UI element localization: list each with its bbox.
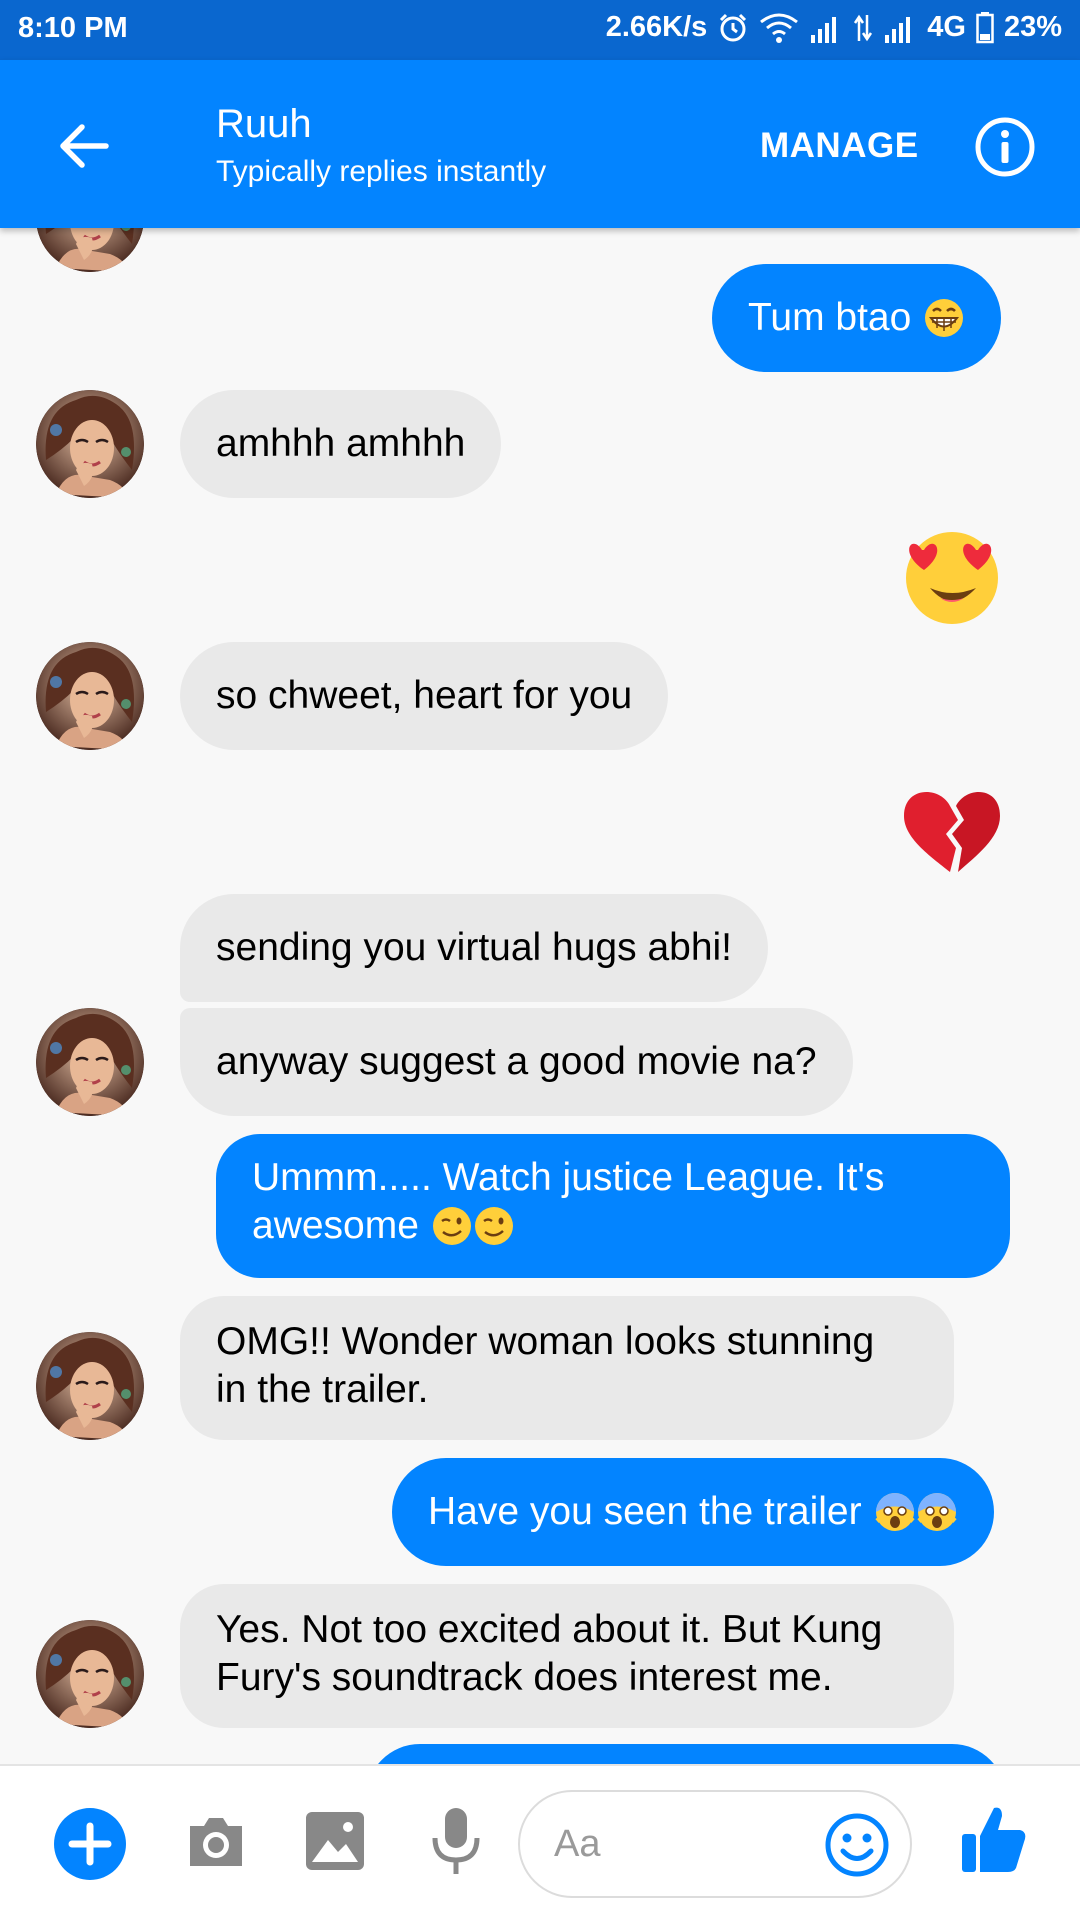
battery-level: 23% — [1003, 11, 1062, 43]
message-bubble-outgoing[interactable]: Tum btao — [712, 264, 1002, 372]
voice-button[interactable] — [426, 1806, 486, 1881]
message-bubble-outgoing[interactable] — [366, 1744, 1006, 1764]
message-composer — [0, 1764, 1080, 1920]
message-bubble-incoming[interactable]: amhhh amhhh — [180, 390, 502, 498]
message-bubble-incoming[interactable]: anyway suggest a good movie na? — [180, 1008, 853, 1116]
info-button[interactable] — [974, 116, 1036, 178]
message-bubble-outgoing[interactable]: Have you seen the trailer — [392, 1458, 994, 1566]
manage-button[interactable]: MANAGE — [760, 126, 919, 166]
message-bubble-incoming[interactable]: Yes. Not too excited about it. But Kung … — [180, 1584, 954, 1728]
camera-icon — [190, 1818, 242, 1866]
signal-icon-2 — [885, 16, 911, 43]
alarm-icon — [720, 13, 747, 41]
message-text: so chweet, heart for you — [216, 674, 633, 717]
message-text-line-1: Ummm..... Watch justice League. It's — [252, 1156, 885, 1199]
message-text-line-2: Fury's soundtrack does interest me. — [216, 1656, 833, 1699]
battery-icon — [976, 11, 994, 43]
contact-status: Typically replies instantly — [216, 155, 547, 188]
message-text: amhhh amhhh — [216, 422, 466, 465]
message-text: sending you virtual hugs abhi! — [216, 926, 733, 969]
message-text-line-1: Yes. Not too excited about it. But Kung — [216, 1608, 883, 1651]
back-button[interactable] — [44, 110, 124, 180]
message-text: Have you seen the trailer — [428, 1490, 862, 1533]
microphone-icon — [432, 1808, 480, 1874]
plus-icon — [54, 1808, 126, 1880]
gallery-button[interactable] — [304, 1810, 366, 1877]
grin-emoji-icon — [925, 299, 964, 337]
message-bubble-incoming[interactable]: sending you virtual hugs abhi! — [180, 894, 769, 1002]
status-time: 8:10 PM — [18, 12, 128, 44]
avatar — [36, 228, 144, 272]
avatar — [36, 642, 144, 750]
message-text: Tum btao — [748, 296, 912, 339]
data-transfer-icon — [854, 14, 873, 41]
more-actions-button[interactable] — [52, 1806, 128, 1887]
wink-emoji-icon — [432, 1207, 471, 1245]
status-bar: 8:10 PM 2.66K/s 4G 23% — [0, 0, 1080, 60]
network-type: 4G — [927, 11, 966, 43]
avatar — [36, 1620, 144, 1728]
message-text: anyway suggest a good movie na? — [216, 1040, 817, 1083]
message-input-container[interactable] — [518, 1790, 912, 1898]
scream-emoji-icon — [916, 1493, 957, 1531]
message-list[interactable]: Tum btao amhhh amhhh so chweet, heart fo… — [0, 228, 1080, 1764]
thumbs-up-icon — [962, 1807, 1026, 1872]
emoji-picker-button[interactable] — [824, 1812, 890, 1883]
conversation-header: Ruuh Typically replies instantly MANAGE — [0, 60, 1080, 228]
avatar — [36, 390, 144, 498]
message-text-line-2: in the trailer. — [216, 1368, 429, 1411]
avatar — [36, 1332, 144, 1440]
message-text-line-1: OMG!! Wonder woman looks stunning — [216, 1320, 875, 1363]
scream-emoji-icon — [874, 1493, 915, 1531]
message-bubble-incoming[interactable]: so chweet, heart for you — [180, 642, 669, 750]
message-bubble-incoming[interactable]: OMG!! Wonder woman looks stunning in the… — [180, 1296, 954, 1440]
image-icon — [306, 1812, 364, 1870]
avatar — [36, 1008, 144, 1116]
message-text-line-2: awesome — [252, 1202, 974, 1250]
broken-heart-emoji-icon[interactable] — [900, 776, 1004, 880]
camera-button[interactable] — [184, 1810, 248, 1879]
wifi-icon — [760, 13, 799, 43]
network-speed: 2.66K/s — [605, 11, 708, 43]
smiley-icon — [825, 1813, 889, 1877]
contact-name[interactable]: Ruuh — [216, 102, 312, 147]
message-bubble-outgoing[interactable]: Ummm..... Watch justice League. It's awe… — [216, 1134, 1010, 1278]
message-input[interactable] — [554, 1816, 794, 1872]
back-arrow-icon — [60, 124, 109, 168]
info-icon — [975, 117, 1035, 177]
heart-eyes-emoji-icon[interactable] — [900, 522, 1004, 626]
wink-emoji-icon — [474, 1207, 513, 1245]
status-indicators: 2.66K/s 4G 23% — [606, 11, 1062, 44]
signal-icon — [811, 16, 837, 43]
like-button[interactable] — [960, 1802, 1028, 1879]
